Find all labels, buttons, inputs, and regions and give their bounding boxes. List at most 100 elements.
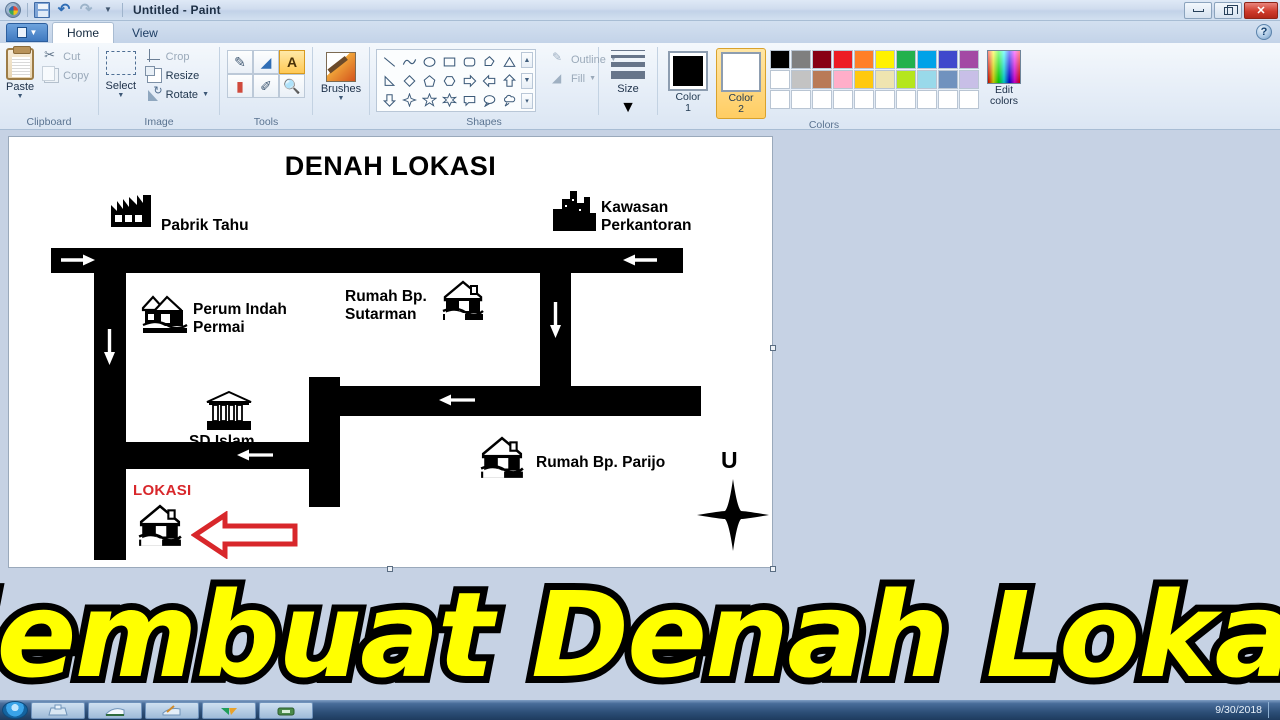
palette-swatch[interactable]: [791, 50, 811, 69]
paint-logo-icon[interactable]: [5, 2, 21, 18]
canvas-area[interactable]: DENAH LOKASI Pabrik Tahu Kawasan Perkant…: [0, 130, 1280, 700]
taskbar-item-explorer[interactable]: [31, 701, 85, 719]
copy-button[interactable]: Copy: [40, 66, 93, 85]
palette-swatch[interactable]: [896, 50, 916, 69]
tab-view[interactable]: View: [118, 22, 172, 43]
expand-gallery-icon[interactable]: ▾: [521, 93, 533, 109]
size-button[interactable]: Size ▼: [606, 46, 650, 117]
shape-six-point-star[interactable]: [439, 90, 459, 109]
paste-button[interactable]: Paste ▼: [6, 46, 34, 100]
palette-swatch[interactable]: [833, 50, 853, 69]
palette-swatch[interactable]: [791, 90, 811, 109]
palette-swatch[interactable]: [854, 50, 874, 69]
taskbar-item-media[interactable]: [88, 701, 142, 719]
canvas-handle-right[interactable]: [770, 345, 776, 351]
palette-swatch[interactable]: [896, 70, 916, 89]
palette-swatch[interactable]: [875, 70, 895, 89]
redo-icon[interactable]: ↷: [78, 2, 94, 18]
palette-swatch[interactable]: [917, 50, 937, 69]
shape-pentagon[interactable]: [419, 71, 439, 90]
pencil-icon[interactable]: ✎: [227, 50, 253, 74]
save-icon[interactable]: [34, 2, 50, 18]
rotate-button[interactable]: Rotate ▼: [143, 84, 213, 104]
shape-right-arrow[interactable]: [459, 71, 479, 90]
color-picker-icon[interactable]: ✐: [253, 74, 279, 98]
palette-swatch[interactable]: [812, 90, 832, 109]
taskbar[interactable]: 9/30/2018: [0, 700, 1280, 720]
tray-date[interactable]: 9/30/2018: [1215, 704, 1262, 716]
taskbar-item-browser[interactable]: [202, 701, 256, 719]
edit-colors-button[interactable]: Edit colors: [987, 48, 1021, 107]
shapes-grid[interactable]: [379, 52, 519, 109]
chevron-down-icon[interactable]: ▼: [117, 92, 124, 99]
tab-home[interactable]: Home: [52, 22, 115, 43]
color2-slot[interactable]: Color 2: [716, 48, 766, 119]
shape-oval-callout[interactable]: [479, 90, 499, 109]
canvas-handle-bottom-right[interactable]: [770, 566, 776, 572]
shapes-scrollbar[interactable]: ▲ ▼ ▾: [521, 52, 533, 109]
shape-down-arrow[interactable]: [379, 90, 399, 109]
shape-oval[interactable]: [419, 52, 439, 71]
system-tray[interactable]: 9/30/2018: [1215, 702, 1276, 718]
chevron-down-icon[interactable]: ▼: [620, 99, 636, 117]
paint-menu-button[interactable]: ▼: [6, 23, 48, 42]
close-button[interactable]: ✕: [1244, 2, 1278, 19]
chevron-down-icon[interactable]: ▼: [202, 91, 209, 98]
shape-four-point-star[interactable]: [399, 90, 419, 109]
scroll-up-icon[interactable]: ▲: [521, 52, 533, 68]
palette-swatch[interactable]: [812, 70, 832, 89]
start-button[interactable]: [2, 701, 28, 719]
eraser-icon[interactable]: ▮: [227, 74, 253, 98]
palette-swatch[interactable]: [770, 90, 790, 109]
resize-button[interactable]: Resize: [143, 66, 213, 85]
palette-swatch[interactable]: [791, 70, 811, 89]
palette-swatch[interactable]: [959, 90, 979, 109]
palette-swatch[interactable]: [854, 90, 874, 109]
palette-swatch[interactable]: [917, 70, 937, 89]
chevron-down-icon[interactable]: ▼: [100, 2, 116, 18]
color1-swatch[interactable]: [668, 51, 708, 91]
shape-hexagon[interactable]: [439, 71, 459, 90]
cut-button[interactable]: Cut: [40, 47, 93, 66]
palette-swatch[interactable]: [959, 70, 979, 89]
paint-canvas[interactable]: DENAH LOKASI Pabrik Tahu Kawasan Perkant…: [8, 136, 773, 568]
fill-bucket-icon[interactable]: ◢: [253, 50, 279, 74]
minimize-button[interactable]: [1184, 2, 1212, 19]
taskbar-item-app[interactable]: [259, 701, 313, 719]
color1-slot[interactable]: Color 1: [664, 48, 712, 117]
window-controls[interactable]: ✕: [1184, 2, 1278, 19]
shape-line[interactable]: [379, 52, 399, 71]
shape-cloud-callout[interactable]: [499, 90, 519, 109]
select-button[interactable]: Select ▼: [105, 46, 137, 99]
palette-swatch[interactable]: [938, 70, 958, 89]
crop-button[interactable]: Crop: [143, 47, 213, 66]
restore-button[interactable]: [1214, 2, 1242, 19]
palette-swatch[interactable]: [875, 50, 895, 69]
shapes-gallery[interactable]: ▲ ▼ ▾: [376, 49, 536, 112]
palette-swatch[interactable]: [770, 50, 790, 69]
palette-swatch[interactable]: [896, 90, 916, 109]
canvas-handle-bottom[interactable]: [387, 566, 393, 572]
text-tool-icon[interactable]: A: [279, 50, 305, 74]
magnifier-icon[interactable]: 🔍: [279, 74, 305, 98]
show-desktop-button[interactable]: [1268, 702, 1276, 718]
tools-grid[interactable]: ✎ ◢ A ▮ ✐ 🔍: [227, 50, 305, 98]
chevron-down-icon[interactable]: ▼: [338, 95, 345, 102]
shape-rounded-rectangle[interactable]: [459, 52, 479, 71]
quick-access-toolbar[interactable]: ↶ ↷ ▼: [0, 2, 123, 18]
shape-left-arrow[interactable]: [479, 71, 499, 90]
palette-swatch[interactable]: [833, 90, 853, 109]
scroll-down-icon[interactable]: ▼: [521, 72, 533, 89]
shape-polygon[interactable]: [479, 52, 499, 71]
palette-swatch[interactable]: [938, 90, 958, 109]
chevron-down-icon[interactable]: ▼: [17, 93, 24, 100]
color2-swatch[interactable]: [721, 52, 761, 92]
shape-up-arrow[interactable]: [499, 71, 519, 90]
palette-swatch[interactable]: [959, 50, 979, 69]
chevron-down-icon[interactable]: ▼: [589, 75, 596, 82]
shape-five-point-star[interactable]: [419, 90, 439, 109]
help-button[interactable]: ?: [1256, 24, 1272, 40]
palette-swatch[interactable]: [770, 70, 790, 89]
palette-swatch[interactable]: [833, 70, 853, 89]
brushes-button[interactable]: Brushes ▼: [319, 50, 363, 102]
